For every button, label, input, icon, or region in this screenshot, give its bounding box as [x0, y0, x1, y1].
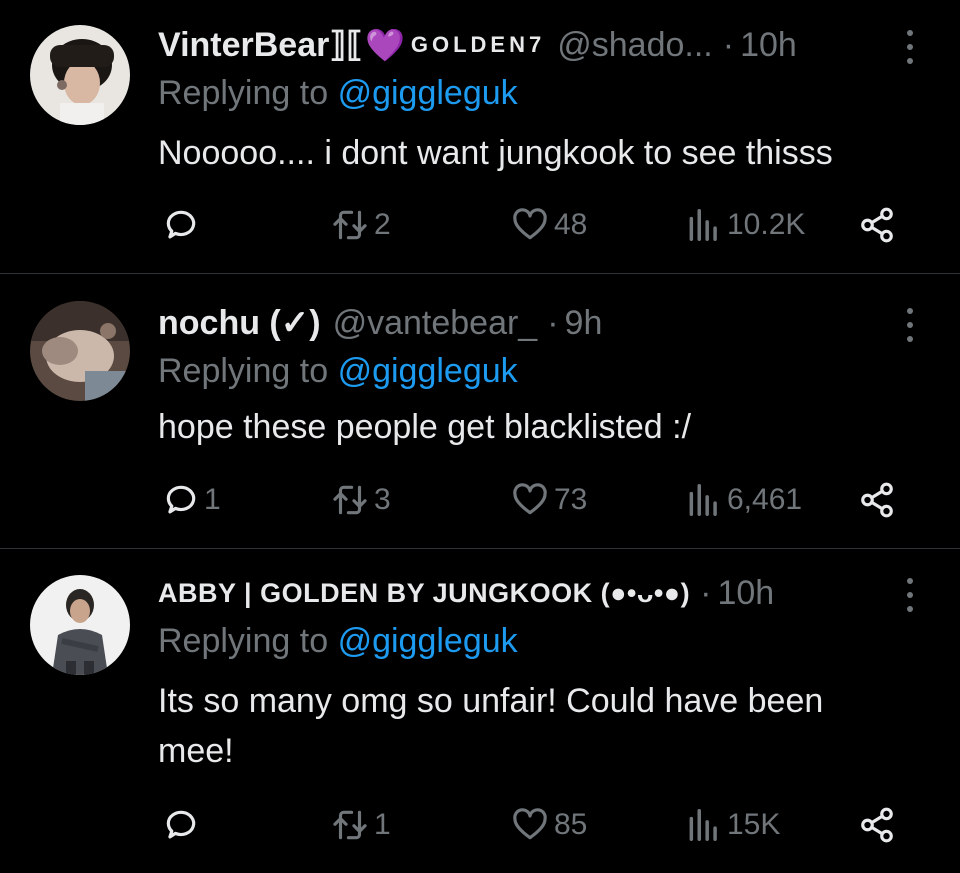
replying-to: Replying to @giggleguk	[158, 618, 518, 664]
repost-icon	[333, 810, 367, 840]
reply-button[interactable]: 1	[162, 475, 221, 525]
mention-link[interactable]: @giggleguk	[338, 352, 518, 390]
views-button[interactable]: 6,461	[685, 475, 802, 525]
heart-icon	[513, 208, 547, 240]
repost-button[interactable]: 3	[330, 475, 391, 525]
avatar-image	[30, 301, 130, 401]
user-handle[interactable]: @shado...	[557, 20, 713, 70]
like-button[interactable]: 48	[510, 200, 587, 250]
reply-count: 1	[204, 483, 221, 516]
repost-count: 1	[374, 808, 391, 841]
replying-label: Replying to	[158, 622, 329, 660]
share-button[interactable]	[858, 800, 896, 850]
like-button[interactable]: 73	[510, 475, 587, 525]
separator-dot: ·	[722, 26, 735, 64]
tweet-text: hope these people get blacklisted :/	[158, 408, 692, 446]
views-icon	[689, 809, 717, 841]
like-count: 85	[554, 808, 588, 841]
user-handle[interactable]: @vantebear_	[333, 298, 538, 348]
like-count: 48	[554, 208, 588, 241]
action-bar: 1 3 73 6,461	[0, 475, 960, 525]
avatar[interactable]	[30, 301, 130, 401]
timestamp[interactable]: 10h	[717, 568, 774, 618]
reply-icon	[166, 210, 196, 239]
repost-icon	[333, 485, 367, 515]
reply-button[interactable]	[162, 800, 200, 850]
tweet-text: Nooooo.... i dont want jungkook to see t…	[158, 134, 833, 172]
avatar-image	[30, 575, 130, 675]
heart-icon	[513, 483, 547, 515]
replying-label: Replying to	[158, 74, 329, 112]
tweet-header: ABBY | GOLDEN BY JUNGKOOK (●•ᴗ•●) · 10h	[158, 568, 870, 618]
tweet-header: VinterBear ⟧⟦ 💜 GOLDEN7 @shado... · 10h	[158, 20, 870, 70]
mention-link[interactable]: @giggleguk	[338, 74, 518, 112]
view-count: 10.2K	[727, 208, 806, 241]
share-icon	[861, 807, 893, 843]
share-button[interactable]	[858, 200, 896, 250]
views-button[interactable]: 15K	[685, 800, 780, 850]
replying-label: Replying to	[158, 352, 329, 390]
avatar[interactable]	[30, 25, 130, 125]
timestamp[interactable]: 9h	[565, 298, 603, 348]
repost-count: 2	[374, 208, 391, 241]
replying-to: Replying to @giggleguk	[158, 348, 518, 394]
reply-button[interactable]	[162, 200, 200, 250]
repost-button[interactable]: 2	[330, 200, 391, 250]
share-icon	[861, 482, 893, 518]
repost-button[interactable]: 1	[330, 800, 391, 850]
more-icon[interactable]	[898, 578, 922, 612]
more-icon[interactable]	[898, 30, 922, 64]
tweet-text: Its so many omg so unfair! Could have be…	[158, 682, 824, 770]
reply-icon	[166, 810, 196, 839]
more-icon[interactable]	[898, 308, 922, 342]
tweet[interactable]: ABBY | GOLDEN BY JUNGKOOK (●•ᴗ•●) · 10h …	[0, 568, 960, 873]
divider	[0, 548, 960, 549]
view-count: 6,461	[727, 483, 803, 516]
tweet[interactable]: nochu (✓) @vantebear_ · 9h Replying to @…	[0, 298, 960, 548]
views-button[interactable]: 10.2K	[685, 200, 805, 250]
views-icon	[689, 209, 717, 241]
purple-heart-emoji: 💜	[365, 27, 405, 63]
action-bar: 2 48 10.2K	[0, 200, 960, 250]
separator-dot: ·	[700, 574, 712, 612]
views-icon	[689, 484, 717, 516]
avatar[interactable]	[30, 575, 130, 675]
separator-dot: ·	[547, 304, 559, 342]
mention-link[interactable]: @giggleguk	[338, 622, 518, 660]
display-name[interactable]: ABBY | GOLDEN BY JUNGKOOK (●•ᴗ•●)	[158, 568, 690, 618]
name-badge: GOLDEN7	[410, 32, 546, 57]
share-button[interactable]	[858, 475, 896, 525]
action-bar: 1 85 15K	[0, 800, 960, 850]
name-decoration: ⟧⟦	[329, 26, 364, 64]
repost-icon	[333, 210, 367, 240]
reply-icon	[166, 485, 196, 514]
share-icon	[861, 207, 893, 243]
display-name[interactable]: VinterBear	[158, 20, 329, 70]
replying-to: Replying to @giggleguk	[158, 70, 518, 116]
view-count: 15K	[727, 808, 781, 841]
like-button[interactable]: 85	[510, 800, 587, 850]
heart-icon	[513, 808, 547, 840]
repost-count: 3	[374, 483, 391, 516]
timestamp[interactable]: 10h	[740, 20, 797, 70]
tweet-header: nochu (✓) @vantebear_ · 9h	[158, 298, 870, 348]
like-count: 73	[554, 483, 588, 516]
divider	[0, 273, 960, 274]
display-name[interactable]: nochu (✓)	[158, 298, 321, 348]
avatar-image	[30, 25, 130, 125]
tweet[interactable]: VinterBear ⟧⟦ 💜 GOLDEN7 @shado... · 10h …	[0, 20, 960, 270]
